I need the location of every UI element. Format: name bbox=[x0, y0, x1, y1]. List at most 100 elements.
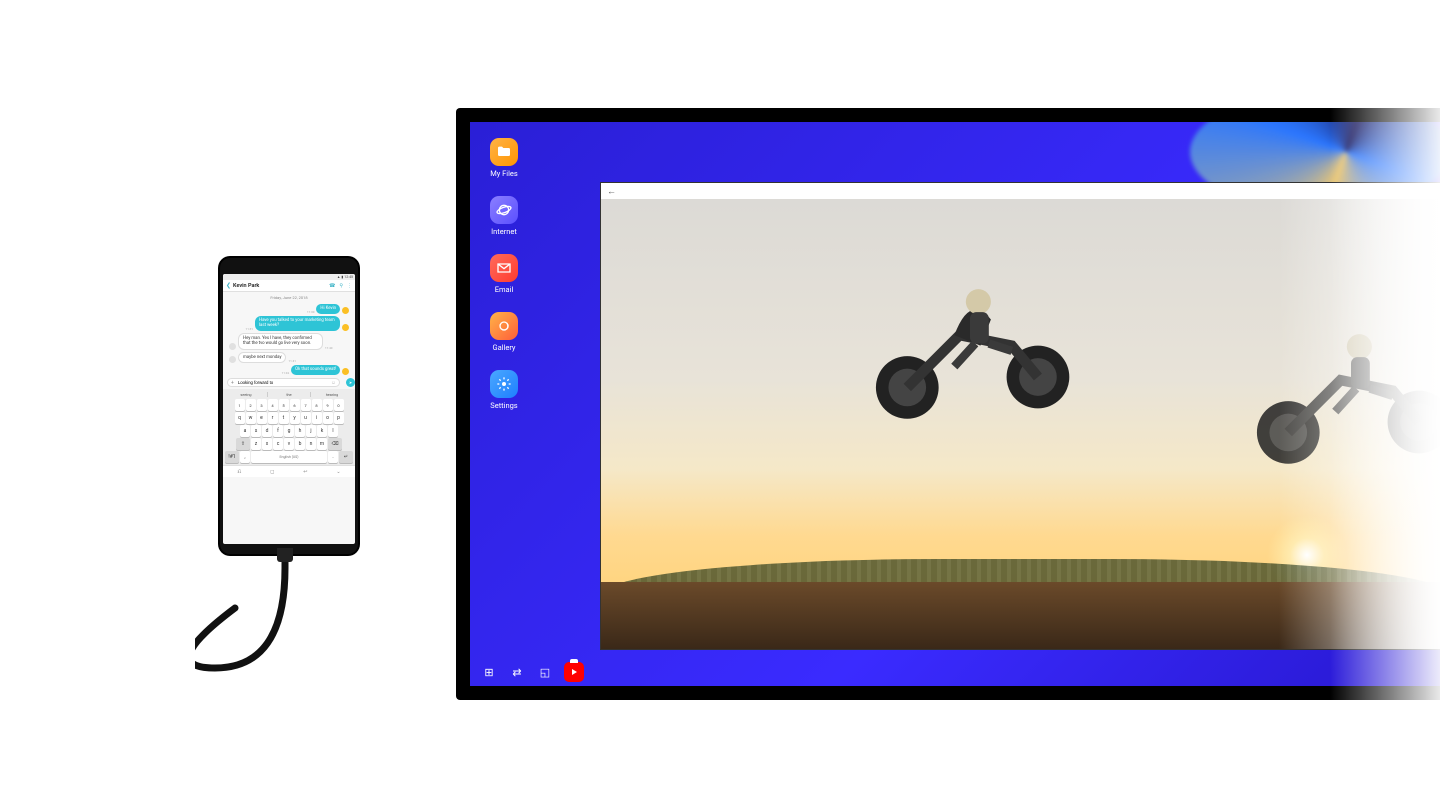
send-button[interactable]: ➤ bbox=[346, 378, 355, 387]
app-gallery[interactable]: Gallery bbox=[484, 312, 524, 352]
suggestion[interactable]: seeing bbox=[225, 392, 268, 397]
message-bubble[interactable]: Ok that sounds great! bbox=[291, 365, 340, 375]
app-settings[interactable]: Settings bbox=[484, 370, 524, 410]
usb-cable bbox=[195, 548, 375, 698]
app-label: My Files bbox=[490, 169, 518, 178]
app-internet[interactable]: Internet bbox=[484, 196, 524, 236]
chat-header: ❮ Kevin Park ☎ ⚲ ⋮ bbox=[223, 280, 355, 292]
more-icon[interactable]: ⋮ bbox=[347, 283, 352, 289]
avatar bbox=[229, 343, 236, 350]
space-key[interactable]: English (US) bbox=[251, 451, 327, 463]
key[interactable]: t bbox=[279, 412, 289, 424]
key[interactable]: d bbox=[262, 425, 272, 437]
video-content[interactable] bbox=[601, 199, 1440, 649]
key[interactable]: f bbox=[273, 425, 283, 437]
symbols-key[interactable]: !#1 bbox=[225, 451, 239, 463]
backspace-key[interactable]: ⌫ bbox=[328, 438, 342, 450]
message-bubble[interactable]: Have you talked to your marketing team l… bbox=[255, 316, 340, 331]
video-window[interactable]: ← bbox=[600, 182, 1440, 650]
taskbar-recents-icon[interactable]: ⇄ bbox=[508, 663, 526, 681]
phone-device: ▲ ▮ 12:45 ❮ Kevin Park ☎ ⚲ ⋮ Friday, Jun… bbox=[220, 258, 358, 554]
key[interactable]: q bbox=[235, 412, 245, 424]
nav-recent-icon[interactable]: ⎌ bbox=[237, 469, 241, 475]
app-my-files[interactable]: My Files bbox=[484, 138, 524, 178]
message-row: maybe next monday 11:41 bbox=[223, 351, 355, 365]
emoji-icon[interactable]: ☺ bbox=[331, 380, 336, 386]
phone-nav-bar: ⎌ ◻ ↩ ⌄ bbox=[223, 465, 355, 477]
key[interactable]: 0 bbox=[334, 399, 344, 411]
enter-key[interactable]: ↵ bbox=[339, 451, 353, 463]
key[interactable]: z bbox=[251, 438, 261, 450]
key[interactable]: 8 bbox=[312, 399, 322, 411]
key[interactable]: k bbox=[317, 425, 327, 437]
key[interactable]: 1 bbox=[235, 399, 245, 411]
message-row: Hey man. Yes I have, they confirmed that… bbox=[223, 332, 355, 351]
key[interactable]: o bbox=[323, 412, 333, 424]
nav-keyboard-down-icon[interactable]: ⌄ bbox=[336, 469, 340, 475]
key[interactable]: s bbox=[251, 425, 261, 437]
key[interactable]: h bbox=[295, 425, 305, 437]
key[interactable]: j bbox=[306, 425, 316, 437]
dex-desktop[interactable]: My Files Internet Email Gallery Settings bbox=[470, 122, 1440, 686]
message-bubble[interactable]: maybe next monday bbox=[238, 352, 286, 364]
window-titlebar[interactable]: ← bbox=[601, 183, 1440, 199]
key[interactable]: 3 bbox=[257, 399, 267, 411]
key[interactable]: i bbox=[312, 412, 322, 424]
key[interactable]: . bbox=[328, 451, 338, 463]
window-back-icon[interactable]: ← bbox=[607, 186, 616, 197]
key[interactable]: 9 bbox=[323, 399, 333, 411]
message-time: 11:30 bbox=[307, 310, 314, 314]
message-time: 11:31 bbox=[246, 327, 253, 331]
key[interactable]: u bbox=[301, 412, 311, 424]
chat-date: Friday, June 22, 2018 bbox=[223, 292, 355, 303]
key[interactable]: 4 bbox=[268, 399, 278, 411]
message-row: 11:31 Have you talked to your marketing … bbox=[223, 315, 355, 332]
nav-back-icon[interactable]: ↩ bbox=[303, 469, 307, 475]
key[interactable]: 6 bbox=[290, 399, 300, 411]
key[interactable]: y bbox=[290, 412, 300, 424]
compose-input[interactable] bbox=[236, 379, 331, 386]
attach-icon[interactable]: + bbox=[231, 380, 234, 386]
key[interactable]: w bbox=[246, 412, 256, 424]
key[interactable]: e bbox=[257, 412, 267, 424]
search-icon[interactable]: ⚲ bbox=[339, 283, 343, 289]
taskbar-youtube-icon[interactable] bbox=[564, 662, 584, 682]
key[interactable]: v bbox=[284, 438, 294, 450]
suggestion[interactable]: hearing bbox=[311, 392, 353, 397]
taskbar-apps-icon[interactable]: ⊞ bbox=[480, 663, 498, 681]
key[interactable]: a bbox=[240, 425, 250, 437]
envelope-icon bbox=[490, 254, 518, 282]
key[interactable]: p bbox=[334, 412, 344, 424]
key[interactable]: 2 bbox=[246, 399, 256, 411]
message-row: 11:42 Ok that sounds great! bbox=[223, 364, 355, 376]
key[interactable]: x bbox=[262, 438, 272, 450]
key[interactable]: l bbox=[328, 425, 338, 437]
key[interactable]: n bbox=[306, 438, 316, 450]
key[interactable]: g bbox=[284, 425, 294, 437]
motocross-rider-1 bbox=[855, 262, 1085, 429]
keyboard-row: asdfghjkl bbox=[225, 425, 353, 437]
message-bubble[interactable]: Hi Kevin bbox=[316, 304, 340, 314]
key[interactable]: r bbox=[268, 412, 278, 424]
app-label: Settings bbox=[490, 401, 517, 410]
contact-name: Kevin Park bbox=[233, 283, 325, 289]
gallery-icon bbox=[490, 312, 518, 340]
nav-home-icon[interactable]: ◻ bbox=[270, 469, 274, 475]
shift-key[interactable]: ⇧ bbox=[236, 438, 250, 450]
suggestion[interactable]: the bbox=[268, 392, 311, 397]
status-battery-icon: ▮ bbox=[341, 275, 343, 279]
message-bubble[interactable]: Hey man. Yes I have, they confirmed that… bbox=[238, 333, 323, 350]
taskbar-back-icon[interactable]: ◱ bbox=[536, 663, 554, 681]
key[interactable]: b bbox=[295, 438, 305, 450]
avatar bbox=[342, 368, 349, 375]
call-icon[interactable]: ☎ bbox=[329, 283, 335, 289]
app-email[interactable]: Email bbox=[484, 254, 524, 294]
folder-icon bbox=[490, 138, 518, 166]
key[interactable]: m bbox=[317, 438, 327, 450]
key[interactable]: 7 bbox=[301, 399, 311, 411]
phone-screen: ▲ ▮ 12:45 ❮ Kevin Park ☎ ⚲ ⋮ Friday, Jun… bbox=[223, 274, 355, 544]
back-icon[interactable]: ❮ bbox=[226, 282, 231, 289]
key[interactable]: c bbox=[273, 438, 283, 450]
key[interactable]: , bbox=[240, 451, 250, 463]
key[interactable]: 5 bbox=[279, 399, 289, 411]
